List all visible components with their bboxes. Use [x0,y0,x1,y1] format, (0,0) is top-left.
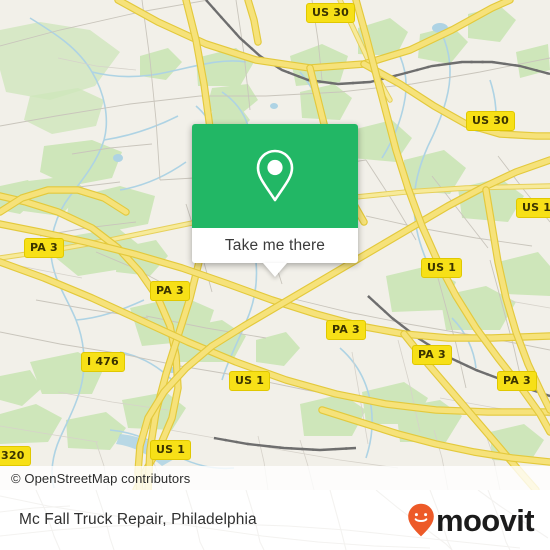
destination-popup-card[interactable]: Take me there [192,124,358,277]
road-shield: PA 3 [497,371,537,391]
take-me-there-label: Take me there [224,236,326,254]
road-shield: US 1 [516,198,550,218]
footer-content: Mc Fall Truck Repair, Philadelphia moovi… [0,490,550,550]
osm-attribution-bar: © OpenStreetMap contributors [0,466,550,490]
popup-pointer-tail [263,263,287,277]
moovit-wordmark: moovit [435,502,535,538]
road-shield: US 30 [466,111,515,131]
road-shield: US 1 [150,440,192,460]
footer-bar: Mc Fall Truck Repair, Philadelphia moovi… [0,490,550,550]
road-shield: 320 [0,446,31,466]
road-shield: US 1 [421,258,463,278]
place-title: Mc Fall Truck Repair, Philadelphia [19,511,257,528]
road-shield: PA 3 [24,238,64,258]
popup-marker-panel [192,124,358,228]
road-shield: PA 3 [150,281,190,301]
road-shield: PA 3 [326,320,366,340]
moovit-map-screenshot: .park { fill:#CEE6BA; } .water { fill:no… [0,0,550,550]
popup-action-panel[interactable]: Take me there [192,228,358,277]
road-shield: US 1 [229,371,271,391]
road-shield: I 476 [81,352,125,372]
road-shield: US 30 [306,3,355,23]
osm-attribution-text[interactable]: © OpenStreetMap contributors [0,471,190,486]
road-shield: PA 3 [412,345,452,365]
map-pin-icon [256,149,294,202]
moovit-pin-smile-icon [408,503,434,537]
moovit-logo[interactable]: moovit [407,503,550,537]
